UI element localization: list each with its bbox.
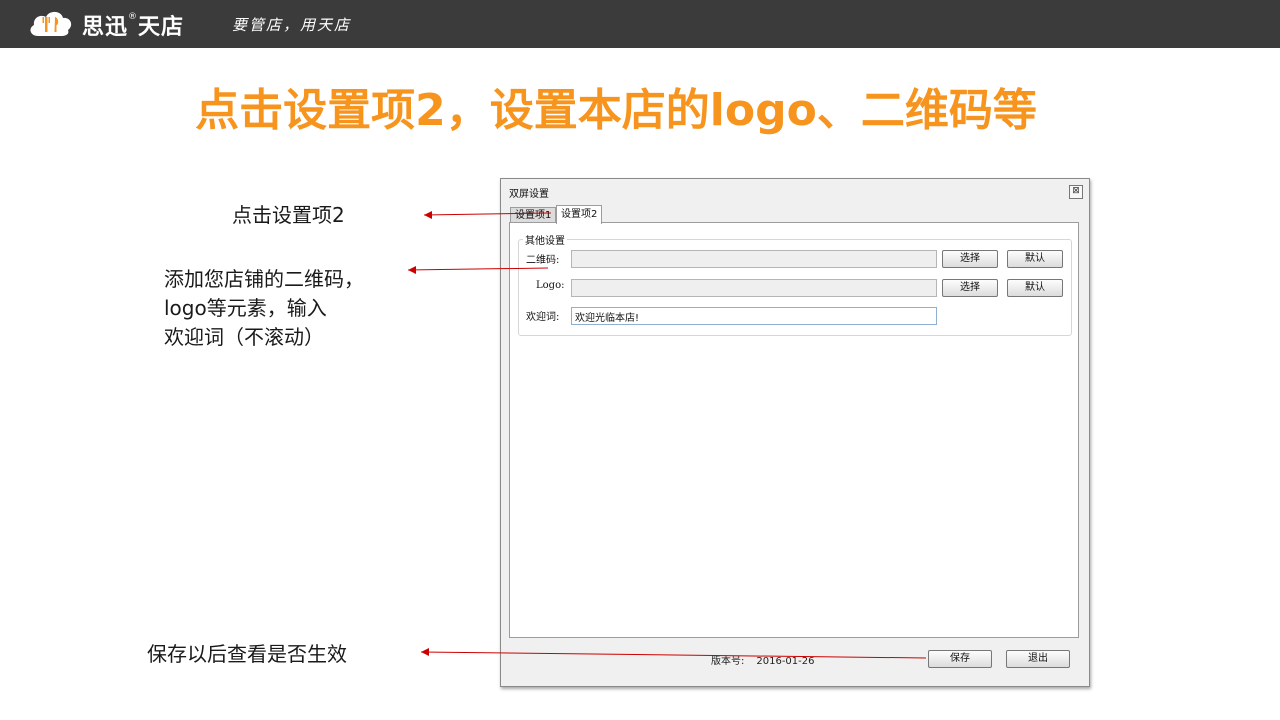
brand-name: 思迅®天店: [82, 12, 185, 40]
other-settings-group: 其他设置 二维码: 选择 默认 Logo: 选择 默认 欢迎词: 欢迎光临本店!: [518, 232, 1072, 336]
exit-button[interactable]: 退出: [1006, 650, 1070, 668]
logo-label: Logo:: [536, 280, 565, 291]
version-value: 2016-01-26: [756, 656, 815, 667]
tab-panel: 其他设置 二维码: 选择 默认 Logo: 选择 默认 欢迎词: 欢迎光临本店!: [509, 222, 1079, 638]
logo-default-button[interactable]: 默认: [1007, 279, 1063, 297]
welcome-label: 欢迎词:: [526, 312, 560, 323]
arrowhead: [421, 648, 429, 656]
annotation-save-step: 保存以后查看是否生效: [147, 642, 347, 666]
group-title: 其他设置: [523, 232, 567, 247]
brand-header: 思迅®天店 要管店，用天店: [0, 0, 1280, 48]
annotation-line: logo等元素，输入: [164, 296, 327, 320]
qrcode-path-field[interactable]: [571, 250, 937, 268]
qrcode-default-button[interactable]: 默认: [1007, 250, 1063, 268]
arrowhead: [424, 211, 432, 219]
brand-slogan: 要管店，用天店: [232, 16, 352, 34]
annotation-line: 欢迎词（不滚动）: [164, 325, 324, 349]
annotation-tab-step: 点击设置项2: [232, 203, 345, 227]
save-button[interactable]: 保存: [928, 650, 992, 668]
version-label: 版本号:: [711, 656, 745, 667]
dialog-title: 双屏设置: [509, 189, 549, 200]
qrcode-select-button[interactable]: 选择: [942, 250, 998, 268]
dual-screen-settings-dialog: 双屏设置 ⊠ 设置项1 设置项2 其他设置 二维码: 选择 默认 Logo: 选…: [500, 178, 1090, 687]
welcome-text-input[interactable]: 欢迎光临本店!: [571, 307, 937, 325]
annotation-line: 添加您店铺的二维码，: [164, 267, 364, 291]
page-title: 点击设置项2，设置本店的logo、二维码等: [195, 85, 1037, 136]
logo-path-field[interactable]: [571, 279, 937, 297]
tab-settings-1[interactable]: 设置项1: [510, 207, 557, 223]
logo-select-button[interactable]: 选择: [942, 279, 998, 297]
welcome-text-value: 欢迎光临本店!: [575, 313, 640, 324]
annotation-fields-step: 添加您店铺的二维码， logo等元素，输入 欢迎词（不滚动）: [164, 265, 414, 352]
tab-settings-2[interactable]: 设置项2: [556, 205, 603, 224]
cloud-logo-icon: [30, 11, 72, 36]
qrcode-label: 二维码:: [526, 255, 560, 266]
close-icon[interactable]: ⊠: [1069, 185, 1083, 199]
version-info: 版本号: 2016-01-26: [711, 652, 815, 667]
